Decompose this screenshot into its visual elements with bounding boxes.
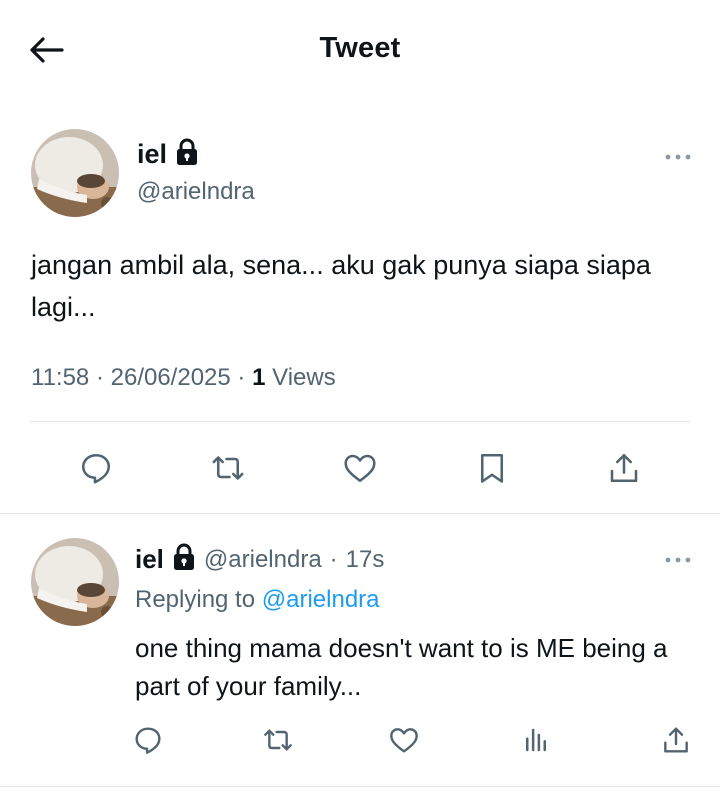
replying-prefix: Replying to: [135, 586, 256, 613]
top-bar: Tweet: [0, 0, 720, 100]
lock-icon: [175, 138, 199, 171]
meta-separator: ·: [237, 364, 253, 391]
retweet-icon: [212, 456, 244, 480]
reply-button[interactable]: [128, 720, 168, 760]
reply-time: 17s: [345, 545, 385, 573]
retweet-icon: [264, 729, 292, 751]
divider: [0, 786, 720, 787]
author-name[interactable]: iel: [135, 544, 164, 575]
more-options-button[interactable]: [660, 548, 696, 572]
author-row: iel: [137, 138, 199, 171]
like-icon: [390, 728, 418, 753]
share-icon: [610, 453, 638, 483]
share-icon: [664, 727, 688, 753]
page-title: Tweet: [319, 32, 401, 64]
views-count[interactable]: 1: [252, 364, 265, 391]
author-name[interactable]: iel: [137, 139, 167, 170]
tweet-meta: 11:58 · 26/06/2025 · 1 Views: [31, 364, 336, 392]
author-handle[interactable]: @arielndra: [137, 178, 255, 206]
more-options-button[interactable]: [660, 145, 696, 169]
tweet-date: 26/06/2025: [110, 364, 231, 391]
tweet-text: jangan ambil ala, sena... aku gak punya …: [31, 250, 651, 322]
share-button[interactable]: [602, 446, 646, 490]
reply-icon: [81, 453, 111, 484]
views-label[interactable]: Views: [272, 364, 336, 391]
bookmark-button[interactable]: [470, 446, 514, 490]
reply-header: iel @arielndra · 17s: [135, 543, 384, 576]
divider: [0, 513, 720, 514]
author-handle[interactable]: @arielndra: [204, 546, 322, 574]
retweet-button[interactable]: [258, 720, 298, 760]
reply-text: one thing mama doesn't want to is ME bei…: [135, 633, 668, 701]
divider: [30, 421, 690, 422]
lock-icon: [172, 543, 196, 576]
analytics-icon: [526, 728, 546, 752]
replying-to: Replying to @arielndra: [135, 586, 380, 614]
like-button[interactable]: [384, 720, 424, 760]
like-icon: [344, 454, 376, 483]
share-button[interactable]: [656, 720, 696, 760]
avatar[interactable]: [31, 538, 119, 626]
retweet-button[interactable]: [206, 446, 250, 490]
more-horizontal-icon: [665, 557, 691, 563]
bookmark-icon: [480, 453, 504, 483]
reply-icon: [135, 727, 161, 754]
more-horizontal-icon: [665, 154, 691, 160]
reply-button[interactable]: [74, 446, 118, 490]
meta-separator: ·: [95, 364, 111, 391]
avatar[interactable]: [31, 129, 119, 217]
meta-separator: ·: [329, 545, 338, 573]
mention-link[interactable]: @arielndra: [262, 586, 380, 613]
analytics-button[interactable]: [516, 720, 556, 760]
like-button[interactable]: [338, 446, 382, 490]
tweet-time: 11:58: [31, 364, 90, 391]
